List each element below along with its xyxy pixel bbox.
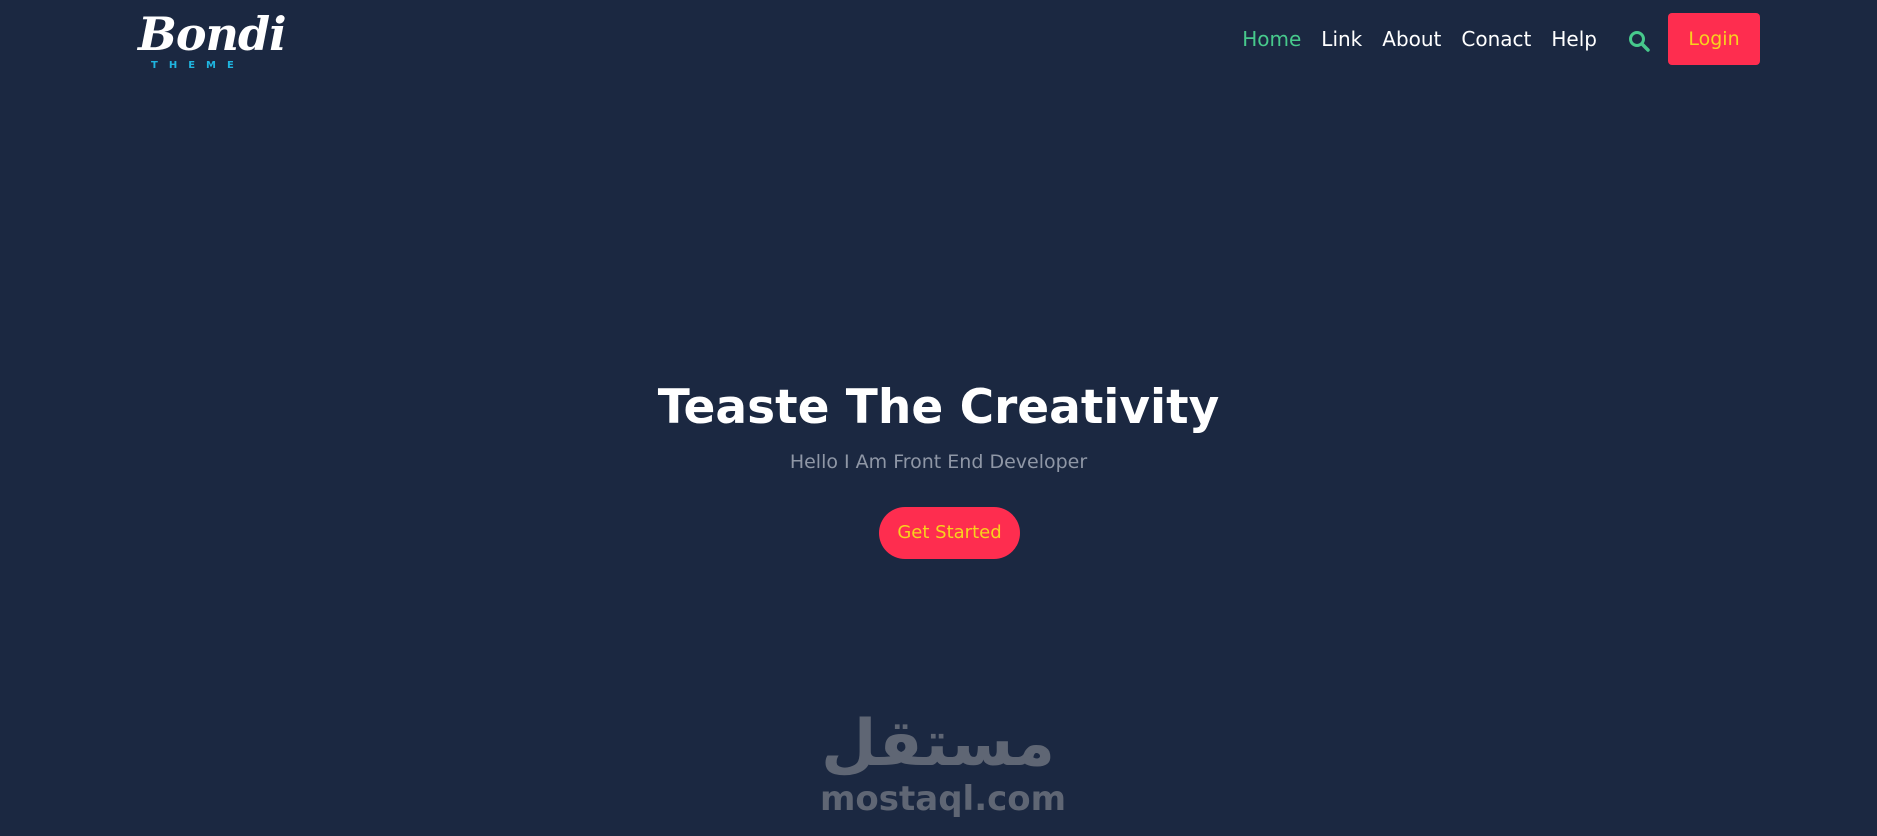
main-nav: Home Link About Conact Help bbox=[1222, 24, 1597, 54]
watermark: مستقل mostaql.com bbox=[820, 706, 1067, 826]
watermark-latin-text: mostaql.com bbox=[820, 779, 1067, 819]
get-started-button[interactable]: Get Started bbox=[879, 507, 1020, 559]
nav-item-home[interactable]: Home bbox=[1242, 24, 1301, 54]
login-button[interactable]: Login bbox=[1668, 13, 1760, 65]
logo-script-text: Bondi bbox=[138, 7, 287, 61]
hero-subtitle: Hello I Am Front End Developer bbox=[789, 451, 1088, 473]
logo-sub-text: THEME bbox=[151, 60, 245, 71]
hero-title: Teaste The Creativity bbox=[657, 380, 1220, 435]
nav-item-about[interactable]: About bbox=[1382, 24, 1441, 54]
nav-item-contact[interactable]: Conact bbox=[1461, 24, 1531, 54]
page: Bondi THEME Home Link About Conact Help … bbox=[0, 0, 1877, 836]
watermark-arabic-text: مستقل bbox=[820, 707, 1056, 781]
nav-item-help[interactable]: Help bbox=[1551, 24, 1597, 54]
nav-item-link[interactable]: Link bbox=[1321, 24, 1362, 54]
search-icon[interactable] bbox=[1627, 29, 1651, 53]
logo[interactable]: Bondi THEME bbox=[138, 6, 287, 72]
